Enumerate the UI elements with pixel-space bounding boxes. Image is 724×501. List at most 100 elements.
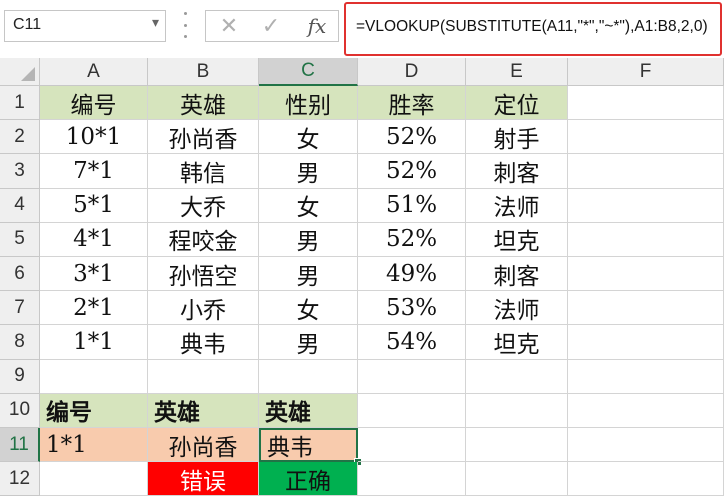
select-all-corner[interactable] [0,58,40,86]
column-header-b[interactable]: B [148,58,259,86]
cell-f1[interactable] [568,86,724,121]
check-icon[interactable]: ✓ [256,13,286,39]
cell-f5[interactable] [568,222,724,257]
cell-e10[interactable] [466,393,568,428]
cell-b1[interactable]: 英雄 [148,86,259,121]
cell-a10[interactable]: 编号 [40,393,148,428]
row-header-6[interactable]: 6 [0,257,40,292]
cell-d5[interactable]: 52% [358,222,466,257]
cell-a4[interactable]: 5*1 [40,188,148,223]
cell-f8[interactable] [568,325,724,360]
cell-a1[interactable]: 编号 [40,86,148,121]
cell-e12[interactable] [466,462,568,497]
chevron-down-icon[interactable]: ▾ [152,15,159,31]
cell-b12[interactable]: 错误 [148,462,259,497]
cell-b10[interactable]: 英雄 [148,393,259,428]
cell-e4[interactable]: 法师 [466,188,568,223]
cell-a3[interactable]: 7*1 [40,154,148,189]
cell-d1[interactable]: 胜率 [358,86,466,121]
cell-a5[interactable]: 4*1 [40,222,148,257]
cell-a7[interactable]: 2*1 [40,291,148,326]
cell-d10[interactable] [358,393,466,428]
column-header-f[interactable]: F [568,58,724,86]
cell-d6[interactable]: 49% [358,257,466,292]
spreadsheet-grid: A B C D E F 1 编号 英雄 性别 胜率 定位 2 10*1 孙尚香女 52% 射手 3 7*1 韩信男 52… [0,58,724,501]
cell-f2[interactable] [568,120,724,155]
column-header-c[interactable]: C [259,58,358,86]
cell-c4[interactable]: 女 [259,188,358,223]
cell-c8[interactable]: 男 [259,325,358,360]
formula-input[interactable]: =VLOOKUP(SUBSTITUTE(A11,"*","~*"),A1:B8,… [344,2,722,56]
cell-d4[interactable]: 51% [358,188,466,223]
cell-c6[interactable]: 男 [259,257,358,292]
close-icon[interactable]: ✕ [214,13,244,39]
row-header-12[interactable]: 12 [0,462,40,497]
cell-e9[interactable] [466,359,568,394]
cell-a9[interactable] [40,359,148,394]
fx-icon[interactable]: fx [302,13,332,39]
cell-e7[interactable]: 法师 [466,291,568,326]
row-header-9[interactable]: 9 [0,359,40,394]
cell-a8[interactable]: 1*1 [40,325,148,360]
drag-handle-icon[interactable] [182,12,188,38]
cell-d8[interactable]: 54% [358,325,466,360]
row-header-11[interactable]: 11 [0,428,40,463]
cell-f7[interactable] [568,291,724,326]
cell-f3[interactable] [568,154,724,189]
cell-e5[interactable]: 坦克 [466,222,568,257]
cell-e2[interactable]: 射手 [466,120,568,155]
cell-c5[interactable]: 男 [259,222,358,257]
row-header-7[interactable]: 7 [0,291,40,326]
cell-c9[interactable] [259,359,358,394]
cell-f6[interactable] [568,257,724,292]
cell-d3[interactable]: 52% [358,154,466,189]
name-box[interactable]: C11 ▾ [4,10,166,42]
cell-a2[interactable]: 10*1 [40,120,148,155]
cell-d7[interactable]: 53% [358,291,466,326]
row-header-10[interactable]: 10 [0,393,40,428]
cell-f9[interactable] [568,359,724,394]
row-header-3[interactable]: 3 [0,154,40,189]
cell-e3[interactable]: 刺客 [466,154,568,189]
cell-b3[interactable]: 韩信 [148,154,259,189]
row-header-1[interactable]: 1 [0,86,40,121]
cell-b8[interactable]: 典韦 [148,325,259,360]
row-header-8[interactable]: 8 [0,325,40,360]
cell-d11[interactable] [358,428,466,463]
cell-d12[interactable] [358,462,466,497]
cell-a6[interactable]: 3*1 [40,257,148,292]
column-header-e[interactable]: E [466,58,568,86]
cell-d9[interactable] [358,359,466,394]
cell-f12[interactable] [568,462,724,497]
cell-b4[interactable]: 大乔 [148,188,259,223]
cell-b7[interactable]: 小乔 [148,291,259,326]
cell-f4[interactable] [568,188,724,223]
cell-c2[interactable]: 女 [259,120,358,155]
cell-a12[interactable] [40,462,148,497]
cell-e11[interactable] [466,428,568,463]
cell-e6[interactable]: 刺客 [466,257,568,292]
active-cell-c11[interactable]: 典韦 [259,428,358,463]
cell-f10[interactable] [568,393,724,428]
cell-b2[interactable]: 孙尚香 [148,120,259,155]
cell-a11[interactable]: 1*1 [40,428,148,463]
cell-c12[interactable]: 正确 [259,462,358,497]
formula-bar-area: C11 ▾ ✕ ✓ fx =VLOOKUP(SUBSTITUTE(A11,"*"… [0,0,724,58]
column-header-d[interactable]: D [358,58,466,86]
cell-b9[interactable] [148,359,259,394]
row-header-5[interactable]: 5 [0,222,40,257]
cell-b5[interactable]: 程咬金 [148,222,259,257]
cell-b11[interactable]: 孙尚香 [148,428,259,463]
cell-d2[interactable]: 52% [358,120,466,155]
column-header-a[interactable]: A [40,58,148,86]
cell-e1[interactable]: 定位 [466,86,568,121]
row-header-2[interactable]: 2 [0,120,40,155]
row-header-4[interactable]: 4 [0,188,40,223]
cell-c7[interactable]: 女 [259,291,358,326]
cell-c3[interactable]: 男 [259,154,358,189]
cell-b6[interactable]: 孙悟空 [148,257,259,292]
cell-c10[interactable]: 英雄 [259,393,358,428]
cell-f11[interactable] [568,428,724,463]
cell-e8[interactable]: 坦克 [466,325,568,360]
cell-c1[interactable]: 性别 [259,86,358,121]
